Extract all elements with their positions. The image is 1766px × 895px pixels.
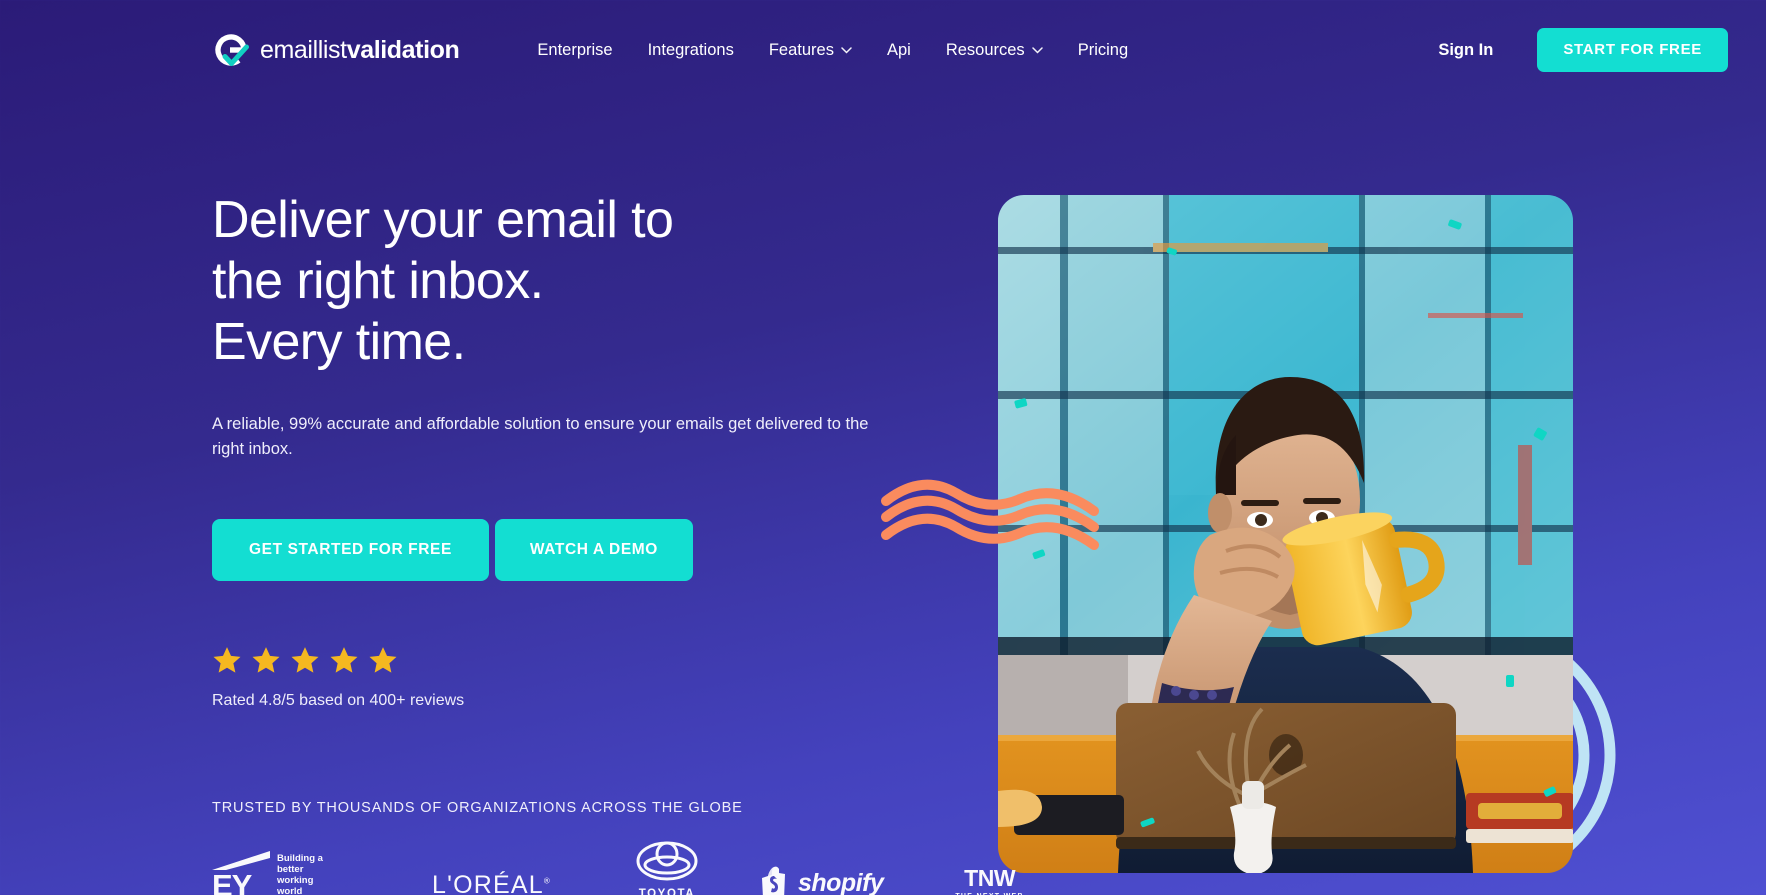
start-for-free-button[interactable]: START FOR FREE xyxy=(1537,28,1728,72)
rating-block: Rated 4.8/5 based on 400+ reviews xyxy=(212,646,912,710)
header-actions: Sign In START FOR FREE xyxy=(1438,28,1728,72)
loreal-registered-mark: ® xyxy=(543,876,551,886)
brand-logo-shopify: shopify xyxy=(760,866,884,895)
star-rating xyxy=(212,646,912,675)
shopify-bag-icon xyxy=(761,866,785,895)
page-title: Deliver your email to the right inbox. E… xyxy=(212,191,674,371)
nav-label: Enterprise xyxy=(537,40,613,59)
brand-logo-toyota: TOYOTA xyxy=(636,841,698,895)
hero-content: Deliver your email to the right inbox. E… xyxy=(212,190,912,710)
watch-a-demo-button[interactable]: WATCH A DEMO xyxy=(494,518,693,581)
rating-text: Rated 4.8/5 based on 400+ reviews xyxy=(212,691,465,709)
sign-in-link[interactable]: Sign In xyxy=(1438,41,1493,60)
nav-item-api[interactable]: Api xyxy=(887,41,911,60)
brand-logo-tnw: TNW THE NEXT WEB xyxy=(955,867,1024,895)
logo[interactable]: emaillistvalidation xyxy=(212,31,460,69)
get-started-for-free-button[interactable]: GET STARTED FOR FREE xyxy=(212,518,489,581)
nav-item-resources[interactable]: Resources xyxy=(946,41,1043,60)
ey-tagline-line1: Building a better xyxy=(277,853,323,876)
site-header: emaillistvalidation Enterprise Integrati… xyxy=(0,0,1766,100)
nav-label: Resources xyxy=(945,40,1025,59)
nav-item-features[interactable]: Features xyxy=(769,41,852,60)
tnw-wordmark: TNW xyxy=(964,865,1016,891)
hero-subheading: A reliable, 99% accurate and affordable … xyxy=(212,415,869,459)
star-icon xyxy=(291,647,319,673)
star-icon xyxy=(213,647,241,673)
ey-wordmark: EY xyxy=(212,867,252,895)
nav-item-enterprise[interactable]: Enterprise xyxy=(537,41,612,60)
brand-logo-ey: EY Building a better working world xyxy=(212,850,332,895)
trusted-by-section: TRUSTED BY THOUSANDS OF ORGANIZATIONS AC… xyxy=(212,800,1023,895)
brand-logo-row: EY Building a better working world L'ORÉ… xyxy=(212,841,1023,895)
shopify-wordmark: shopify xyxy=(797,868,884,895)
brand-logo-loreal: L'ORÉAL® xyxy=(432,871,551,895)
chevron-down-icon xyxy=(1031,46,1043,54)
trusted-by-label: TRUSTED BY THOUSANDS OF ORGANIZATIONS AC… xyxy=(212,800,743,816)
logo-text: emaillistvalidation xyxy=(260,35,460,65)
orange-wave-decoration xyxy=(880,477,1110,552)
star-icon xyxy=(330,647,358,673)
toyota-wordmark: TOYOTA xyxy=(638,888,696,895)
logo-text-bold: validation xyxy=(346,35,460,64)
main-nav: Enterprise Integrations Features Api Res… xyxy=(537,41,1128,60)
star-icon xyxy=(252,647,280,673)
hero-cta-row: GET STARTED FOR FREE WATCH A DEMO xyxy=(212,518,912,581)
loreal-wordmark: L'ORÉAL xyxy=(432,871,544,895)
star-icon xyxy=(369,647,397,673)
nav-label: Features xyxy=(768,40,834,59)
chevron-down-icon xyxy=(841,46,852,54)
nav-label: Api xyxy=(886,40,911,59)
ey-tagline-line2: working world xyxy=(277,875,314,895)
nav-label: Pricing xyxy=(1077,40,1129,59)
nav-label: Integrations xyxy=(647,40,734,59)
nav-item-integrations[interactable]: Integrations xyxy=(648,41,734,60)
nav-item-pricing[interactable]: Pricing xyxy=(1078,41,1128,60)
toyota-ellipses-icon xyxy=(636,841,698,881)
logo-text-light: emaillist xyxy=(260,35,347,64)
e-check-logo-icon xyxy=(212,31,250,69)
